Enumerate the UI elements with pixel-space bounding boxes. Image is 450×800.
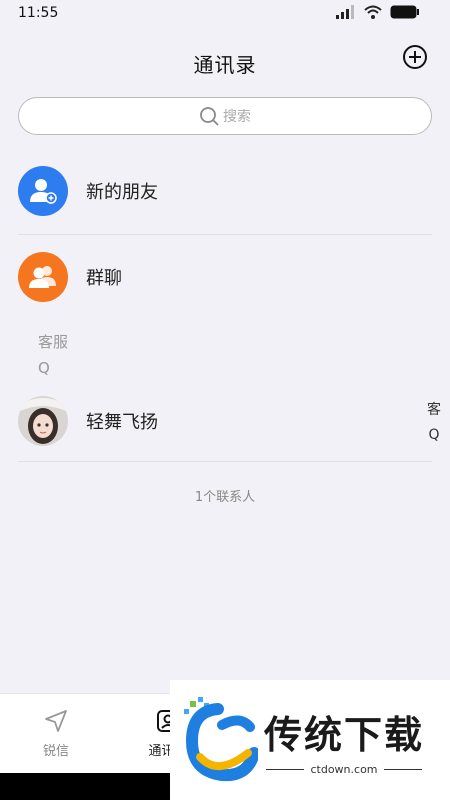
search-input[interactable]: 搜索 — [18, 97, 432, 135]
new-friends-entry[interactable]: 新的朋友 — [18, 156, 432, 226]
send-icon — [45, 710, 67, 732]
add-user-icon — [18, 166, 68, 216]
contact-name: 轻舞飞扬 — [86, 412, 158, 433]
status-icons — [336, 4, 420, 23]
header: 通讯录 — [0, 40, 450, 86]
battery-icon — [390, 4, 420, 23]
status-bar: 11:55 — [0, 0, 450, 26]
group-chat-label: 群聊 — [86, 268, 122, 289]
watermark-url: ctdown.com — [310, 763, 378, 776]
status-time: 11:55 — [18, 5, 59, 21]
group-title: 客服 — [38, 333, 69, 351]
tab-messages[interactable]: 锐信 — [0, 694, 112, 774]
divider — [18, 234, 432, 235]
group-letter: Q — [38, 359, 50, 377]
group-icon — [18, 252, 68, 302]
plus-circle-icon — [403, 45, 427, 69]
signal-icon — [336, 4, 356, 23]
add-button[interactable] — [402, 44, 428, 70]
watermark-logo-icon — [184, 697, 258, 782]
watermark-url-row: ctdown.com — [266, 763, 422, 776]
search-placeholder: 搜索 — [223, 109, 251, 125]
contact-row[interactable]: 轻舞飞扬 — [18, 386, 432, 456]
divider — [266, 769, 305, 770]
contact-count: 1个联系人 — [194, 490, 256, 505]
watermark-title: 传统下载 — [264, 713, 425, 757]
group-chat-entry[interactable]: 群聊 — [18, 242, 432, 312]
tab-label: 锐信 — [42, 744, 69, 759]
wifi-icon — [364, 4, 382, 23]
new-friends-label: 新的朋友 — [86, 182, 158, 203]
watermark: 传统下载 ctdown.com — [170, 680, 450, 800]
divider — [383, 769, 422, 770]
index-bar-item[interactable]: 客 — [426, 399, 442, 419]
index-bar-item[interactable]: Q — [426, 427, 442, 443]
watermark-text: 传统下载 ctdown.com — [264, 704, 424, 776]
avatar — [18, 396, 68, 446]
page-title: 通讯录 — [193, 52, 257, 77]
divider — [18, 461, 432, 462]
search-icon — [200, 107, 219, 126]
